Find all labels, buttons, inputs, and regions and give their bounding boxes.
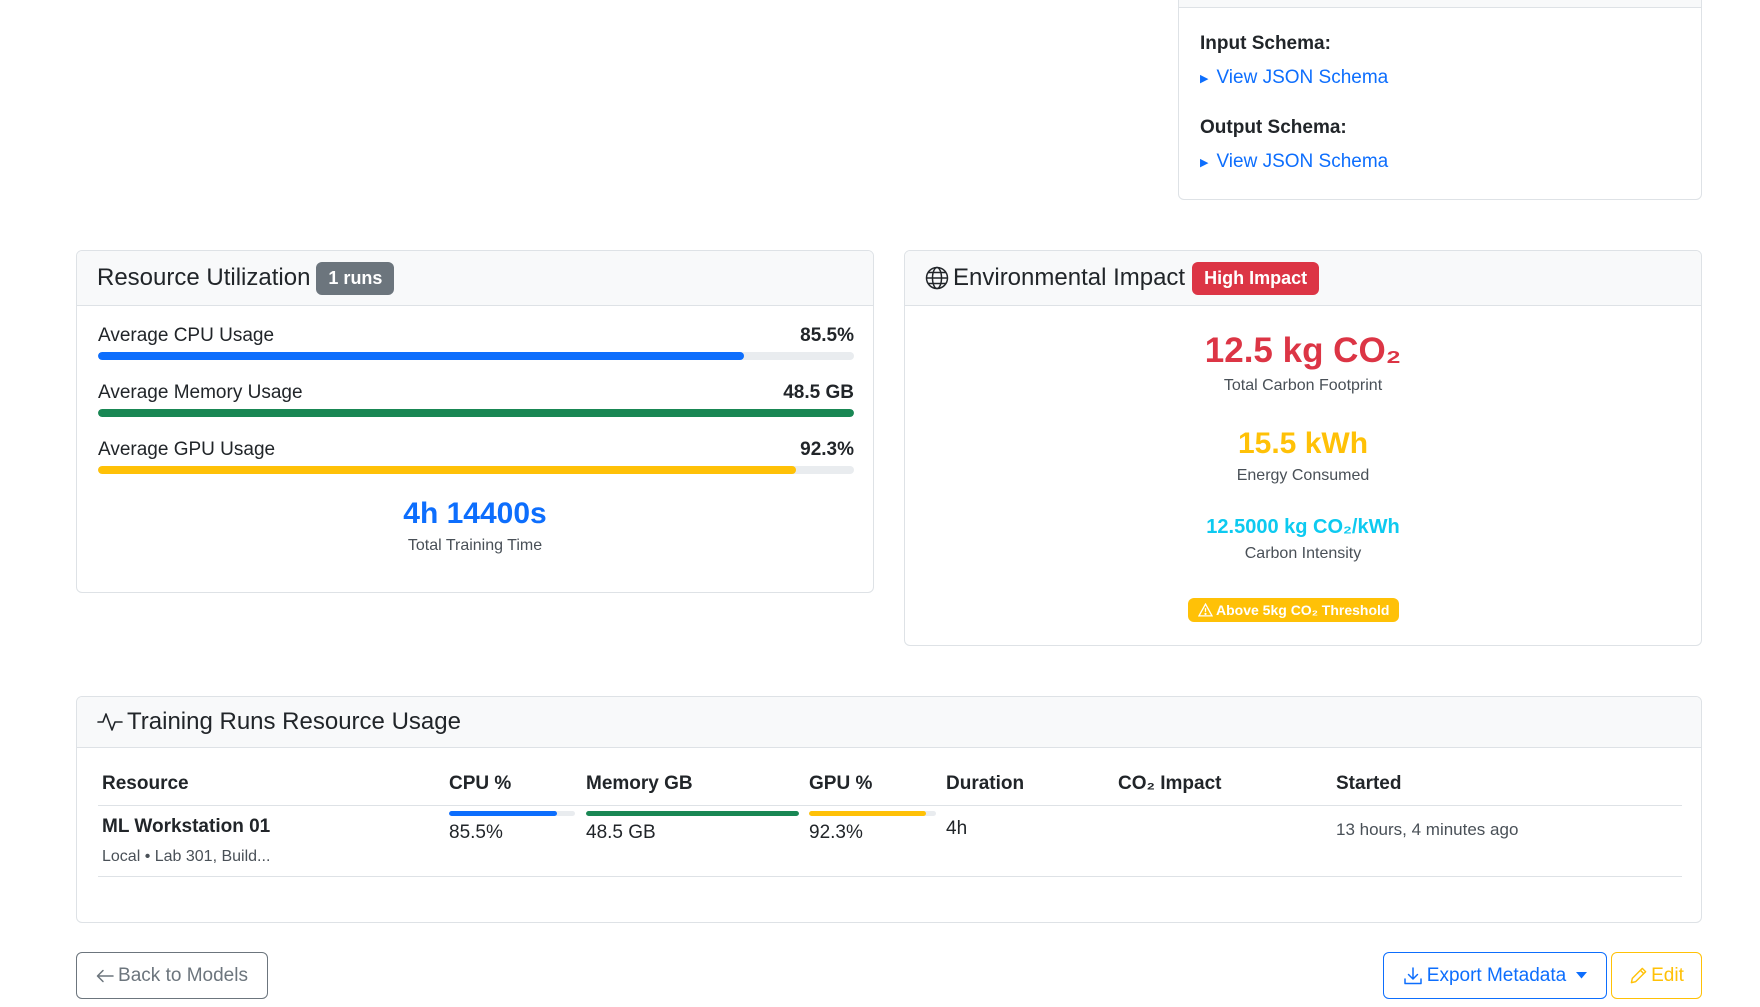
gpu-mini-bar [809, 811, 936, 816]
memory-usage-bar-fill [98, 409, 854, 417]
energy-consumed-stat: 15.5 kWh Energy Consumed [905, 427, 1701, 485]
activity-icon [97, 711, 123, 733]
training-runs-title: Training Runs Resource Usage [127, 708, 461, 735]
threshold-warning-text: Above 5kg CO₂ Threshold [1216, 602, 1390, 618]
column-header-memory: Memory GB [586, 773, 693, 794]
disclosure-triangle-icon: ▶ [1200, 72, 1209, 85]
memory-usage-label: Average Memory Usage [98, 382, 303, 403]
gpu-usage-metric: Average GPU Usage 92.3% [98, 437, 854, 474]
gpu-usage-label: Average GPU Usage [98, 439, 276, 460]
training-runs-header: Training Runs Resource Usage [77, 697, 1701, 748]
memory-cell: 48.5 GB [586, 822, 656, 843]
cpu-usage-metric: Average CPU Usage 85.5% [98, 323, 854, 360]
cpu-mini-bar [449, 811, 575, 816]
table-row[interactable]: ML Workstation 01 Local • Lab 301, Build… [98, 806, 1682, 877]
input-schema-label: Input Schema: [1200, 33, 1331, 54]
environmental-impact-title: Environmental Impact [953, 264, 1186, 291]
gpu-mini-bar-fill [809, 811, 927, 816]
training-runs-table: Resource CPU % Memory GB GPU % Duration … [98, 767, 1682, 877]
cpu-cell: 85.5% [449, 822, 503, 843]
energy-consumed-label: Energy Consumed [1236, 467, 1370, 484]
back-to-models-label: Back to Models [118, 964, 248, 986]
resource-utilization-title: Resource Utilization [97, 264, 311, 291]
schema-card: Input Schema: ▶ View JSON Schema Output … [1178, 0, 1702, 200]
gpu-cell: 92.3% [809, 822, 863, 843]
duration-cell: 4h [946, 818, 968, 839]
resource-utilization-card: Resource Utilization 1 runs Average CPU … [76, 250, 874, 593]
input-schema-link[interactable]: ▶ View JSON Schema [1200, 67, 1388, 89]
total-training-time-label: Total Training Time [407, 537, 543, 554]
edit-label: Edit [1651, 964, 1684, 986]
cpu-usage-bar-fill [98, 352, 745, 360]
globe-icon [925, 266, 949, 290]
table-header-row: Resource CPU % Memory GB GPU % Duration … [98, 767, 1682, 806]
memory-mini-bar [586, 811, 799, 816]
memory-mini-bar-fill [586, 811, 799, 816]
memory-usage-metric: Average Memory Usage 48.5 GB [98, 380, 854, 417]
gpu-usage-bar-fill [98, 466, 796, 474]
carbon-footprint-label: Total Carbon Footprint [1223, 377, 1383, 394]
energy-consumed-value: 15.5 kWh [1237, 427, 1369, 460]
column-header-resource: Resource [102, 773, 189, 794]
total-training-time-value: 4h 14400s [403, 497, 547, 530]
training-runs-card: Training Runs Resource Usage Resource CP… [76, 696, 1702, 923]
column-header-duration: Duration [946, 773, 1025, 794]
started-cell: 13 hours, 4 minutes ago [1336, 820, 1519, 839]
resource-utilization-header: Resource Utilization 1 runs [77, 251, 873, 306]
export-metadata-dropdown-button[interactable]: Export Metadata [1383, 952, 1607, 999]
gpu-usage-value: 92.3% [800, 439, 854, 460]
cpu-usage-label: Average CPU Usage [98, 325, 275, 346]
pencil-icon [1629, 966, 1648, 985]
output-schema-link-label: View JSON Schema [1216, 151, 1389, 172]
environmental-impact-header: Environmental Impact High Impact [905, 251, 1701, 306]
export-metadata-label: Export Metadata [1426, 964, 1567, 986]
carbon-intensity-stat: 12.5000 kg CO₂/kWh Carbon Intensity [905, 516, 1701, 563]
download-icon [1403, 966, 1423, 986]
memory-usage-value: 48.5 GB [783, 382, 854, 403]
output-schema-label: Output Schema: [1200, 117, 1347, 138]
back-to-models-button[interactable]: Back to Models [76, 952, 268, 999]
schema-card-header [1179, 0, 1701, 8]
impact-level-badge: High Impact [1192, 261, 1320, 295]
resource-name: ML Workstation 01 [102, 816, 271, 837]
arrow-left-icon [96, 969, 114, 983]
cpu-usage-bar [98, 352, 854, 360]
cpu-usage-value: 85.5% [800, 325, 854, 346]
edit-button[interactable]: Edit [1611, 952, 1702, 999]
disclosure-triangle-icon: ▶ [1200, 156, 1209, 169]
total-training-time: 4h 14400s Total Training Time [77, 497, 873, 555]
column-header-started: Started [1336, 773, 1402, 794]
column-header-gpu: GPU % [809, 773, 873, 794]
carbon-footprint-value: 12.5 kg CO₂ [1204, 331, 1402, 370]
input-schema-link-label: View JSON Schema [1216, 67, 1389, 88]
warning-icon [1198, 603, 1213, 617]
cpu-mini-bar-fill [449, 811, 557, 816]
column-header-cpu: CPU % [449, 773, 512, 794]
carbon-intensity-value: 12.5000 kg CO₂/kWh [1206, 516, 1400, 538]
carbon-intensity-label: Carbon Intensity [1244, 545, 1362, 562]
environmental-impact-card: Environmental Impact High Impact 12.5 kg… [904, 250, 1702, 646]
runs-count-badge: 1 runs [316, 261, 395, 295]
output-schema-link[interactable]: ▶ View JSON Schema [1200, 151, 1388, 173]
caret-down-icon [1576, 972, 1588, 979]
gpu-usage-bar [98, 466, 854, 474]
resource-location: Local • Lab 301, Build... [102, 848, 271, 865]
carbon-footprint-stat: 12.5 kg CO₂ Total Carbon Footprint [905, 331, 1701, 395]
threshold-warning-badge: Above 5kg CO₂ Threshold [1188, 598, 1400, 622]
column-header-co2-impact: CO₂ Impact [1118, 773, 1222, 794]
memory-usage-bar [98, 409, 854, 417]
